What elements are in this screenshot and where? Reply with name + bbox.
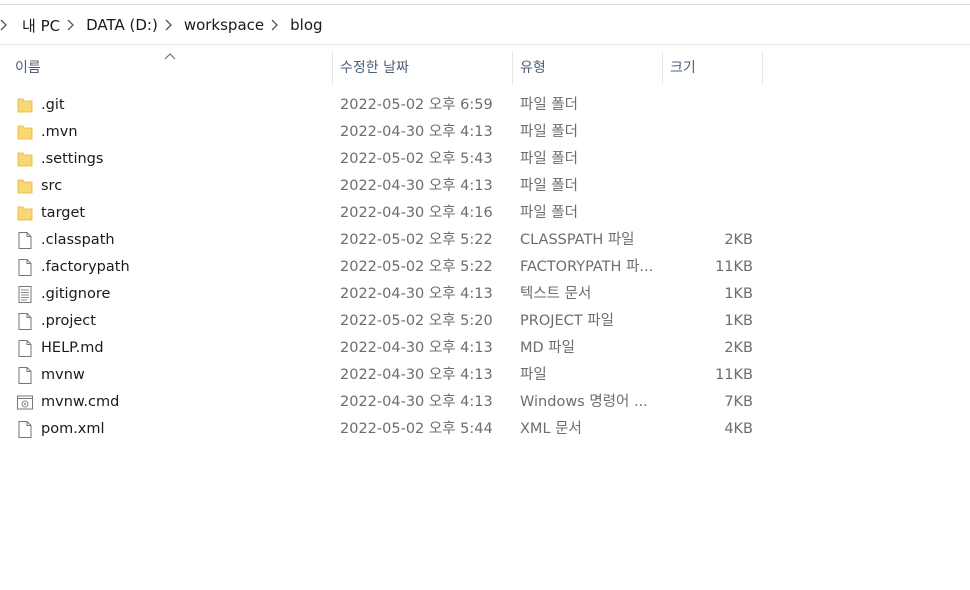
cmd-file-icon [16, 389, 36, 416]
file-row[interactable]: .gitignore 2022-04-30 오후 4:13 텍스트 문서 1KB [0, 281, 970, 308]
column-divider[interactable] [662, 52, 663, 84]
file-size: 1KB [724, 286, 753, 302]
file-type: 파일 폴더 [520, 205, 578, 221]
text-file-icon [16, 281, 36, 308]
window-top-border [0, 4, 970, 5]
breadcrumb-this-pc[interactable]: 내 PC [18, 15, 64, 36]
file-name: .git [41, 97, 65, 113]
folder-icon [16, 146, 36, 173]
file-name: target [41, 205, 86, 221]
file-size: 11KB [715, 259, 753, 275]
file-name: mvnw.cmd [41, 394, 120, 410]
file-name: .settings [41, 151, 104, 167]
breadcrumb-data-drive[interactable]: DATA (D:) [82, 16, 162, 34]
file-name: src [41, 178, 63, 194]
file-type: PROJECT 파일 [520, 313, 614, 329]
chevron-right-icon[interactable] [271, 19, 283, 31]
file-row[interactable]: .mvn 2022-04-30 오후 4:13 파일 폴더 [0, 119, 970, 146]
file-size [662, 119, 753, 146]
file-size [662, 173, 753, 200]
file-row[interactable]: src 2022-04-30 오후 4:13 파일 폴더 [0, 173, 970, 200]
file-date: 2022-05-02 오후 5:22 [340, 259, 493, 275]
file-row[interactable]: pom.xml 2022-05-02 오후 5:44 XML 문서 4KB [0, 416, 970, 443]
file-size: 4KB [724, 421, 753, 437]
file-date: 2022-05-02 오후 5:44 [340, 421, 493, 437]
file-icon [16, 335, 36, 362]
file-date: 2022-04-30 오후 4:16 [340, 205, 493, 221]
file-size [662, 200, 753, 227]
file-date: 2022-04-30 오후 4:13 [340, 124, 493, 140]
column-header-name[interactable]: 이름 [15, 52, 331, 84]
breadcrumb-blog[interactable]: blog [286, 16, 326, 34]
file-icon [16, 416, 36, 443]
file-size: 1KB [724, 313, 753, 329]
file-type: 파일 [520, 367, 547, 383]
column-header-date[interactable]: 수정한 날짜 [340, 52, 512, 84]
file-size: 7KB [724, 394, 753, 410]
file-list: .git 2022-05-02 오후 6:59 파일 폴더 .mvn 2022-… [0, 92, 970, 443]
file-name: pom.xml [41, 421, 105, 437]
breadcrumb[interactable]: 내 PC DATA (D:) workspace blog [0, 8, 327, 42]
file-date: 2022-05-02 오후 5:22 [340, 232, 493, 248]
file-row[interactable]: mvnw.cmd 2022-04-30 오후 4:13 Windows 명령어 … [0, 389, 970, 416]
file-type: MD 파일 [520, 340, 575, 356]
file-type: 파일 폴더 [520, 151, 578, 167]
column-divider[interactable] [762, 52, 763, 84]
file-type: FACTORYPATH 파... [520, 259, 654, 275]
file-row[interactable]: .project 2022-05-02 오후 5:20 PROJECT 파일 1… [0, 308, 970, 335]
file-name: .classpath [41, 232, 115, 248]
folder-icon [16, 173, 36, 200]
file-icon [16, 227, 36, 254]
file-name: .project [41, 313, 96, 329]
file-type: XML 문서 [520, 421, 582, 437]
file-name: mvnw [41, 367, 85, 383]
chevron-right-icon[interactable] [165, 19, 177, 31]
file-date: 2022-05-02 오후 6:59 [340, 97, 493, 113]
file-date: 2022-04-30 오후 4:13 [340, 394, 493, 410]
file-row[interactable]: HELP.md 2022-04-30 오후 4:13 MD 파일 2KB [0, 335, 970, 362]
file-icon [16, 308, 36, 335]
column-header-size[interactable]: 크기 [670, 52, 762, 84]
column-divider[interactable] [332, 52, 333, 84]
folder-icon [16, 200, 36, 227]
column-header-row: 이름 수정한 날짜 유형 크기 [0, 52, 970, 84]
file-row[interactable]: .classpath 2022-05-02 오후 5:22 CLASSPATH … [0, 227, 970, 254]
file-type: 파일 폴더 [520, 178, 578, 194]
folder-icon [16, 92, 36, 119]
file-row[interactable]: .factorypath 2022-05-02 오후 5:22 FACTORYP… [0, 254, 970, 281]
file-size: 2KB [724, 340, 753, 356]
file-type: 파일 폴더 [520, 124, 578, 140]
file-name: HELP.md [41, 340, 104, 356]
column-header-type[interactable]: 유형 [520, 52, 662, 84]
chevron-right-icon[interactable] [0, 19, 12, 31]
folder-icon [16, 119, 36, 146]
file-name: .mvn [41, 124, 78, 140]
file-size: 2KB [724, 232, 753, 248]
file-type: 텍스트 문서 [520, 286, 592, 302]
file-name: .gitignore [41, 286, 111, 302]
file-size [662, 146, 753, 173]
file-icon [16, 362, 36, 389]
file-date: 2022-05-02 오후 5:43 [340, 151, 493, 167]
file-row[interactable]: .settings 2022-05-02 오후 5:43 파일 폴더 [0, 146, 970, 173]
file-date: 2022-04-30 오후 4:13 [340, 178, 493, 194]
file-date: 2022-04-30 오후 4:13 [340, 367, 493, 383]
file-row[interactable]: .git 2022-05-02 오후 6:59 파일 폴더 [0, 92, 970, 119]
chevron-right-icon[interactable] [67, 19, 79, 31]
file-row[interactable]: target 2022-04-30 오후 4:16 파일 폴더 [0, 200, 970, 227]
file-date: 2022-05-02 오후 5:20 [340, 313, 493, 329]
file-name: .factorypath [41, 259, 130, 275]
file-date: 2022-04-30 오후 4:13 [340, 286, 493, 302]
address-bar-divider [0, 44, 970, 45]
file-icon [16, 254, 36, 281]
file-size: 11KB [715, 367, 753, 383]
file-type: CLASSPATH 파일 [520, 232, 635, 248]
file-row[interactable]: mvnw 2022-04-30 오후 4:13 파일 11KB [0, 362, 970, 389]
breadcrumb-workspace[interactable]: workspace [180, 16, 268, 34]
file-date: 2022-04-30 오후 4:13 [340, 340, 493, 356]
file-size [662, 92, 753, 119]
file-type: Windows 명령어 ... [520, 394, 648, 410]
column-divider[interactable] [512, 52, 513, 84]
file-type: 파일 폴더 [520, 97, 578, 113]
